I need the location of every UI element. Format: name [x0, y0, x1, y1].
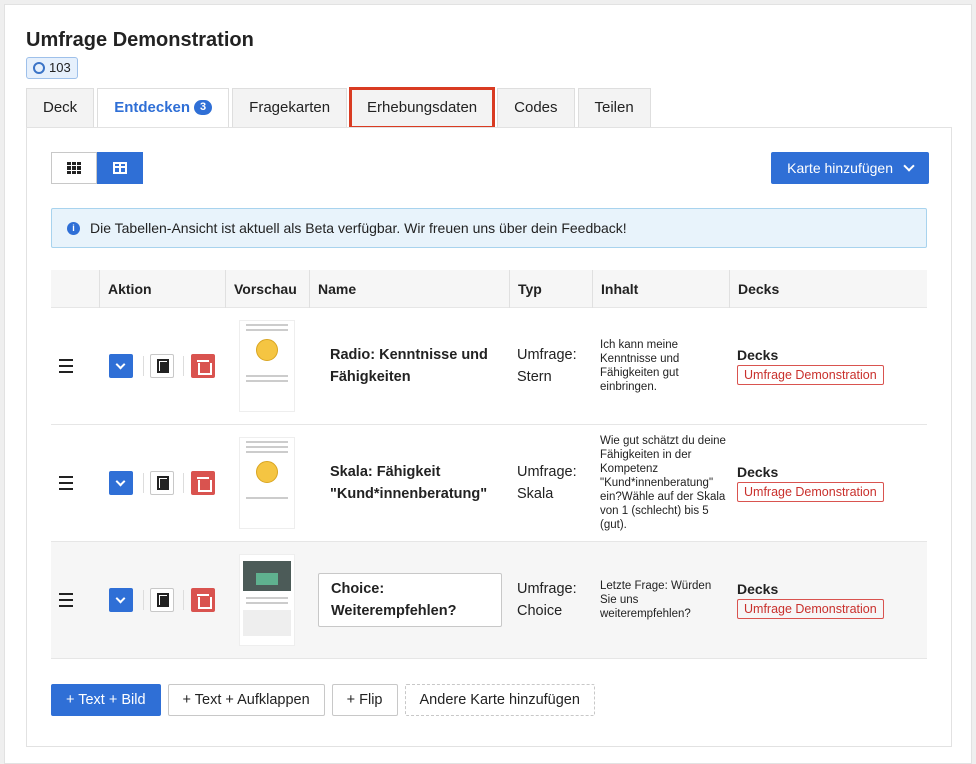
table-row: Radio: Kenntnisse und Fähigkeiten Umfrag…	[51, 308, 927, 425]
table-icon	[113, 162, 127, 174]
drag-handle-icon[interactable]	[59, 359, 73, 373]
col-header-vorschau: Vorschau	[225, 270, 297, 308]
page: Umfrage Demonstration 103 Deck Entdecken…	[4, 4, 972, 764]
delete-button[interactable]	[191, 471, 215, 495]
tab-fragekarten[interactable]: Fragekarten	[232, 88, 348, 128]
tab-deck-label: Deck	[43, 99, 78, 116]
delete-button[interactable]	[191, 588, 215, 612]
tab-codes[interactable]: Codes	[497, 88, 575, 128]
tab-fragekarten-label: Fragekarten	[249, 99, 331, 116]
row-menu-button[interactable]	[109, 354, 133, 378]
card-decks: Decks Umfrage Demonstration	[737, 464, 884, 502]
copy-button[interactable]	[150, 471, 174, 495]
delete-button[interactable]	[191, 354, 215, 378]
fingerprint-icon	[33, 62, 45, 74]
id-badge: 103	[26, 57, 78, 79]
card-preview[interactable]	[239, 437, 295, 529]
divider	[183, 356, 184, 376]
tab-panel: Karte hinzufügen i Die Tabellen-Ansicht …	[26, 127, 952, 747]
deck-tag[interactable]: Umfrage Demonstration	[737, 482, 884, 502]
copy-button[interactable]	[150, 354, 174, 378]
card-type: Umfrage: Skala	[517, 464, 577, 502]
grid-view-button[interactable]	[51, 152, 97, 184]
grid-icon	[67, 162, 81, 174]
card-content: Letzte Frage: Würden Sie uns weiterempfe…	[600, 580, 712, 620]
tab-count-badge: 3	[194, 100, 213, 115]
add-card-label: Karte hinzufügen	[787, 160, 893, 176]
row-menu-button[interactable]	[109, 588, 133, 612]
info-text: Die Tabellen-Ansicht ist aktuell als Bet…	[90, 220, 627, 236]
info-alert: i Die Tabellen-Ansicht ist aktuell als B…	[51, 208, 927, 248]
card-name: Skala: Fähigkeit "Kund*innenberatung"	[330, 464, 488, 502]
table-header: Aktion Vorschau Name Typ Inhalt Decks	[51, 270, 927, 308]
col-header-decks: Decks	[729, 270, 779, 308]
add-card-button[interactable]: Karte hinzufügen	[771, 152, 929, 184]
tab-teilen[interactable]: Teilen	[577, 88, 651, 128]
cards-table: Aktion Vorschau Name Typ Inhalt Decks Ra…	[51, 270, 927, 659]
decks-label: Decks	[737, 347, 779, 363]
deck-tag[interactable]: Umfrage Demonstration	[737, 599, 884, 619]
divider	[143, 356, 144, 376]
col-header-typ: Typ	[509, 270, 542, 308]
tab-entdecken[interactable]: Entdecken 3	[97, 88, 230, 130]
tab-entdecken-label: Entdecken	[114, 99, 191, 116]
row-menu-button[interactable]	[109, 471, 133, 495]
tab-erhebungsdaten[interactable]: Erhebungsdaten	[349, 87, 496, 129]
card-preview[interactable]	[239, 554, 295, 646]
table-view-button[interactable]	[97, 152, 143, 184]
tab-erhebungsdaten-label: Erhebungsdaten	[367, 99, 478, 116]
card-preview[interactable]	[239, 320, 295, 412]
tab-teilen-label: Teilen	[594, 99, 634, 116]
smiley-icon	[256, 461, 278, 483]
drag-handle-icon[interactable]	[59, 476, 73, 490]
tab-bar: Deck Entdecken 3 Fragekarten Erhebungsdat…	[26, 87, 654, 130]
card-decks: Decks Umfrage Demonstration	[737, 347, 884, 385]
col-header-aktion: Aktion	[99, 270, 152, 308]
deck-tag[interactable]: Umfrage Demonstration	[737, 365, 884, 385]
id-badge-value: 103	[49, 60, 71, 75]
view-toggle	[51, 152, 143, 184]
decks-label: Decks	[737, 581, 779, 597]
divider	[183, 590, 184, 610]
add-buttons: + Text + Bild + Text + Aufklappen + Flip…	[51, 684, 595, 716]
add-other-card-button[interactable]: Andere Karte hinzufügen	[404, 684, 595, 716]
tab-deck[interactable]: Deck	[26, 88, 95, 128]
drag-handle-icon[interactable]	[59, 593, 73, 607]
card-type: Umfrage: Stern	[517, 347, 577, 385]
card-type: Umfrage: Choice	[517, 581, 577, 619]
tab-codes-label: Codes	[514, 99, 558, 116]
add-flip-button[interactable]: + Flip	[331, 684, 398, 716]
table-row: Skala: Fähigkeit "Kund*innenberatung" Um…	[51, 425, 927, 542]
card-name-input[interactable]: Choice: Weiterempfehlen?	[318, 573, 502, 627]
smiley-icon	[256, 339, 278, 361]
chevron-down-icon	[903, 160, 915, 172]
card-name: Radio: Kenntnisse und Fähigkeiten	[330, 347, 488, 385]
card-content: Ich kann meine Kenntnisse und Fähigkeite…	[600, 339, 680, 393]
add-text-bild-button[interactable]: + Text + Bild	[51, 684, 161, 716]
add-text-aufklappen-button[interactable]: + Text + Aufklappen	[167, 684, 325, 716]
divider	[143, 590, 144, 610]
decks-label: Decks	[737, 464, 779, 480]
divider	[143, 473, 144, 493]
page-title: Umfrage Demonstration	[26, 29, 254, 51]
info-icon: i	[67, 222, 80, 235]
copy-button[interactable]	[150, 588, 174, 612]
col-header-name: Name	[309, 270, 356, 308]
table-row: Choice: Weiterempfehlen? Umfrage: Choice…	[51, 542, 927, 659]
card-decks: Decks Umfrage Demonstration	[737, 581, 884, 619]
card-content: Wie gut schätzt du deine Fähigkeiten in …	[600, 435, 726, 531]
col-header-inhalt: Inhalt	[592, 270, 638, 308]
divider	[183, 473, 184, 493]
